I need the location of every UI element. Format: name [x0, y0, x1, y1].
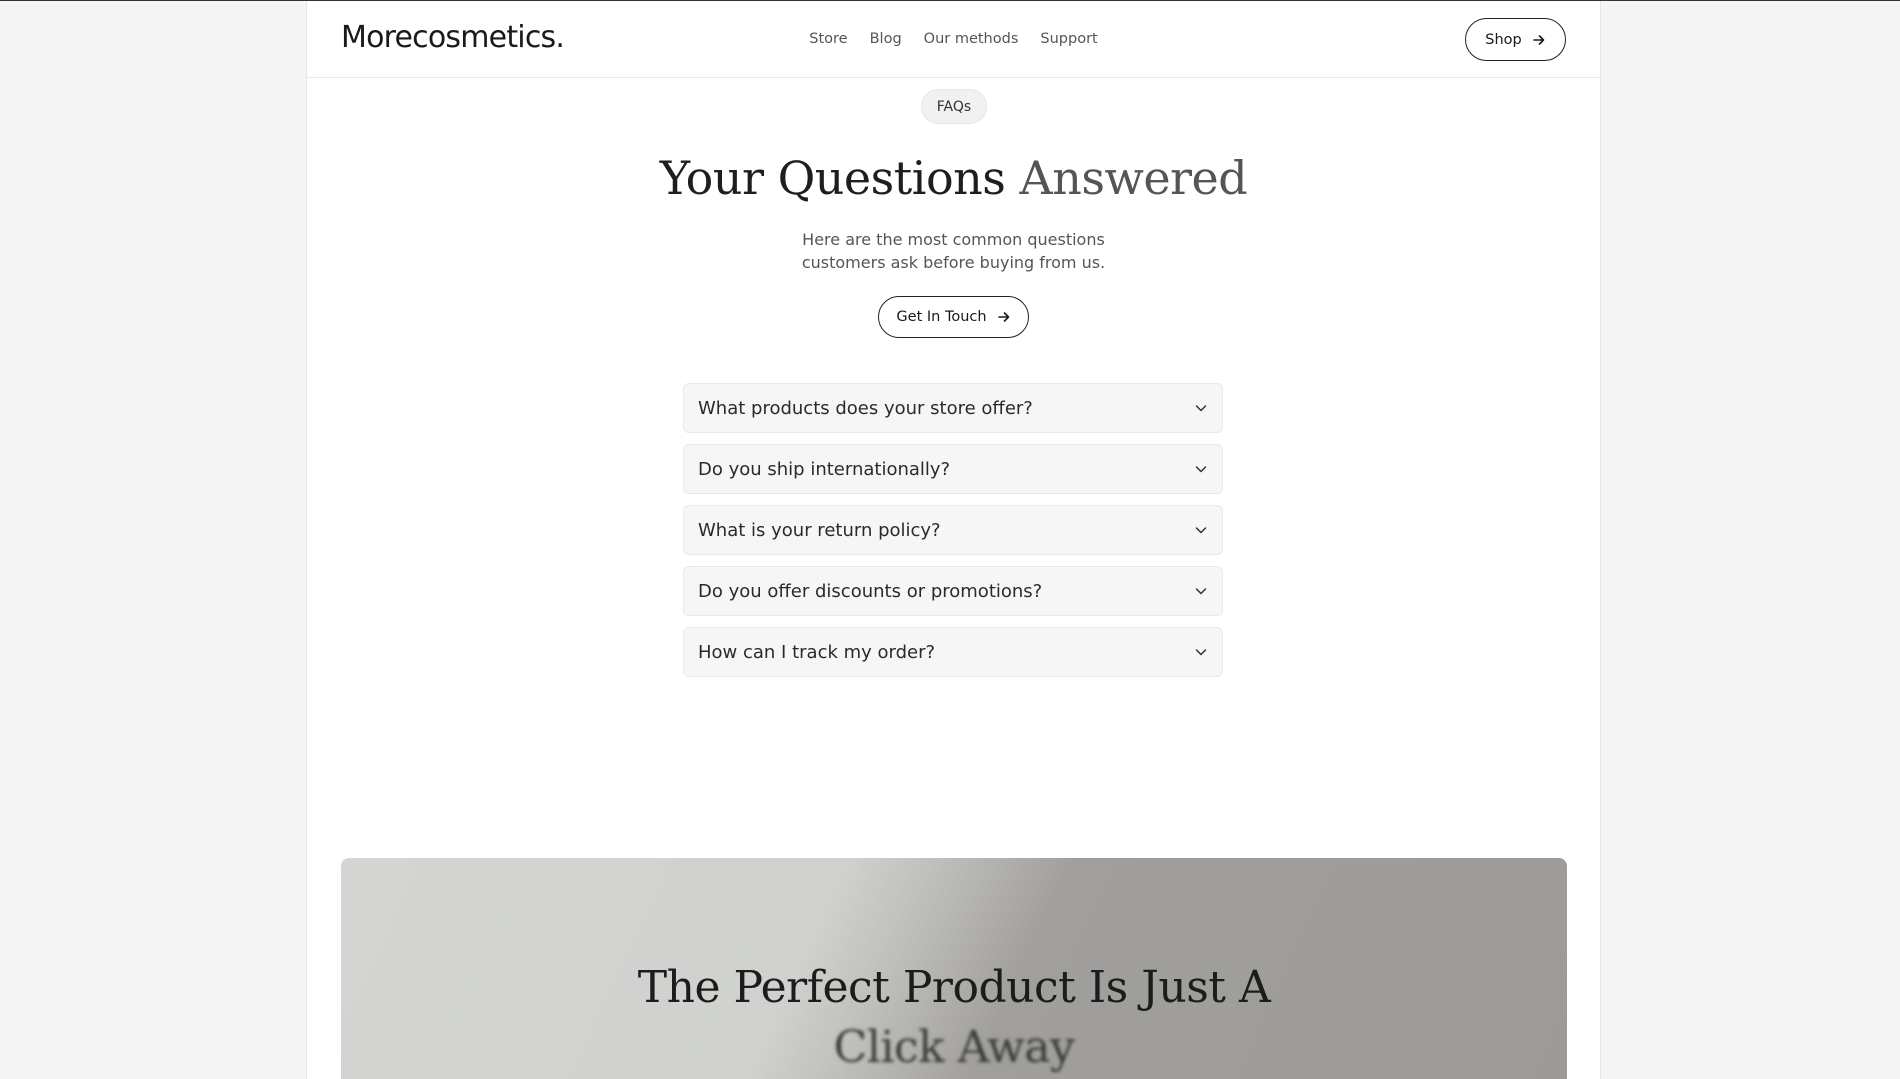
main-nav: Store Blog Our methods Support: [307, 31, 1600, 47]
page-title: Your Questions Answered: [307, 149, 1600, 207]
faq-question: Do you ship internationally?: [698, 458, 951, 480]
get-in-touch-button[interactable]: Get In Touch: [878, 296, 1029, 338]
chevron-down-icon: [1195, 527, 1207, 534]
banner-title: The Perfect Product Is Just A Click Away: [341, 958, 1567, 1078]
subtitle-line-1: Here are the most common questions: [802, 230, 1105, 249]
chevron-down-icon: [1195, 649, 1207, 656]
arrow-right-icon: [997, 312, 1009, 322]
page-container: Morecosmetics. Store Blog Our methods Su…: [306, 1, 1601, 1079]
arrow-right-icon: [1532, 34, 1545, 45]
title-accent: Answered: [1019, 151, 1248, 205]
faq-badge: FAQs: [921, 89, 987, 124]
faq-question: What is your return policy?: [698, 519, 941, 541]
get-in-touch-label: Get In Touch: [896, 309, 987, 325]
shop-button-label: Shop: [1485, 31, 1522, 48]
faq-question: Do you offer discounts or promotions?: [698, 580, 1043, 602]
faq-item[interactable]: What is your return policy?: [683, 505, 1223, 555]
site-header: Morecosmetics. Store Blog Our methods Su…: [307, 1, 1600, 78]
banner-title-line-1: The Perfect Product Is Just A: [637, 962, 1271, 1013]
cta-banner: The Perfect Product Is Just A Click Away: [341, 858, 1567, 1079]
nav-item-our-methods[interactable]: Our methods: [924, 31, 1019, 47]
chevron-down-icon: [1195, 588, 1207, 595]
faq-item[interactable]: What products does your store offer?: [683, 383, 1223, 433]
page-subtitle: Here are the most common questions custo…: [307, 228, 1600, 274]
faq-question: What products does your store offer?: [698, 397, 1033, 419]
faq-list: What products does your store offer? Do …: [683, 383, 1223, 688]
chevron-down-icon: [1195, 466, 1207, 473]
nav-item-support[interactable]: Support: [1040, 31, 1097, 47]
nav-item-store[interactable]: Store: [809, 31, 847, 47]
chevron-down-icon: [1195, 405, 1207, 412]
nav-item-blog[interactable]: Blog: [870, 31, 902, 47]
faq-question: How can I track my order?: [698, 641, 936, 663]
shop-button[interactable]: Shop: [1465, 18, 1566, 61]
subtitle-line-2: customers ask before buying from us.: [801, 253, 1106, 272]
faq-item[interactable]: Do you ship internationally?: [683, 444, 1223, 494]
faq-item[interactable]: How can I track my order?: [683, 627, 1223, 677]
faq-item[interactable]: Do you offer discounts or promotions?: [683, 566, 1223, 616]
title-main: Your Questions: [659, 151, 1006, 205]
banner-title-line-2: Click Away: [833, 1022, 1075, 1073]
